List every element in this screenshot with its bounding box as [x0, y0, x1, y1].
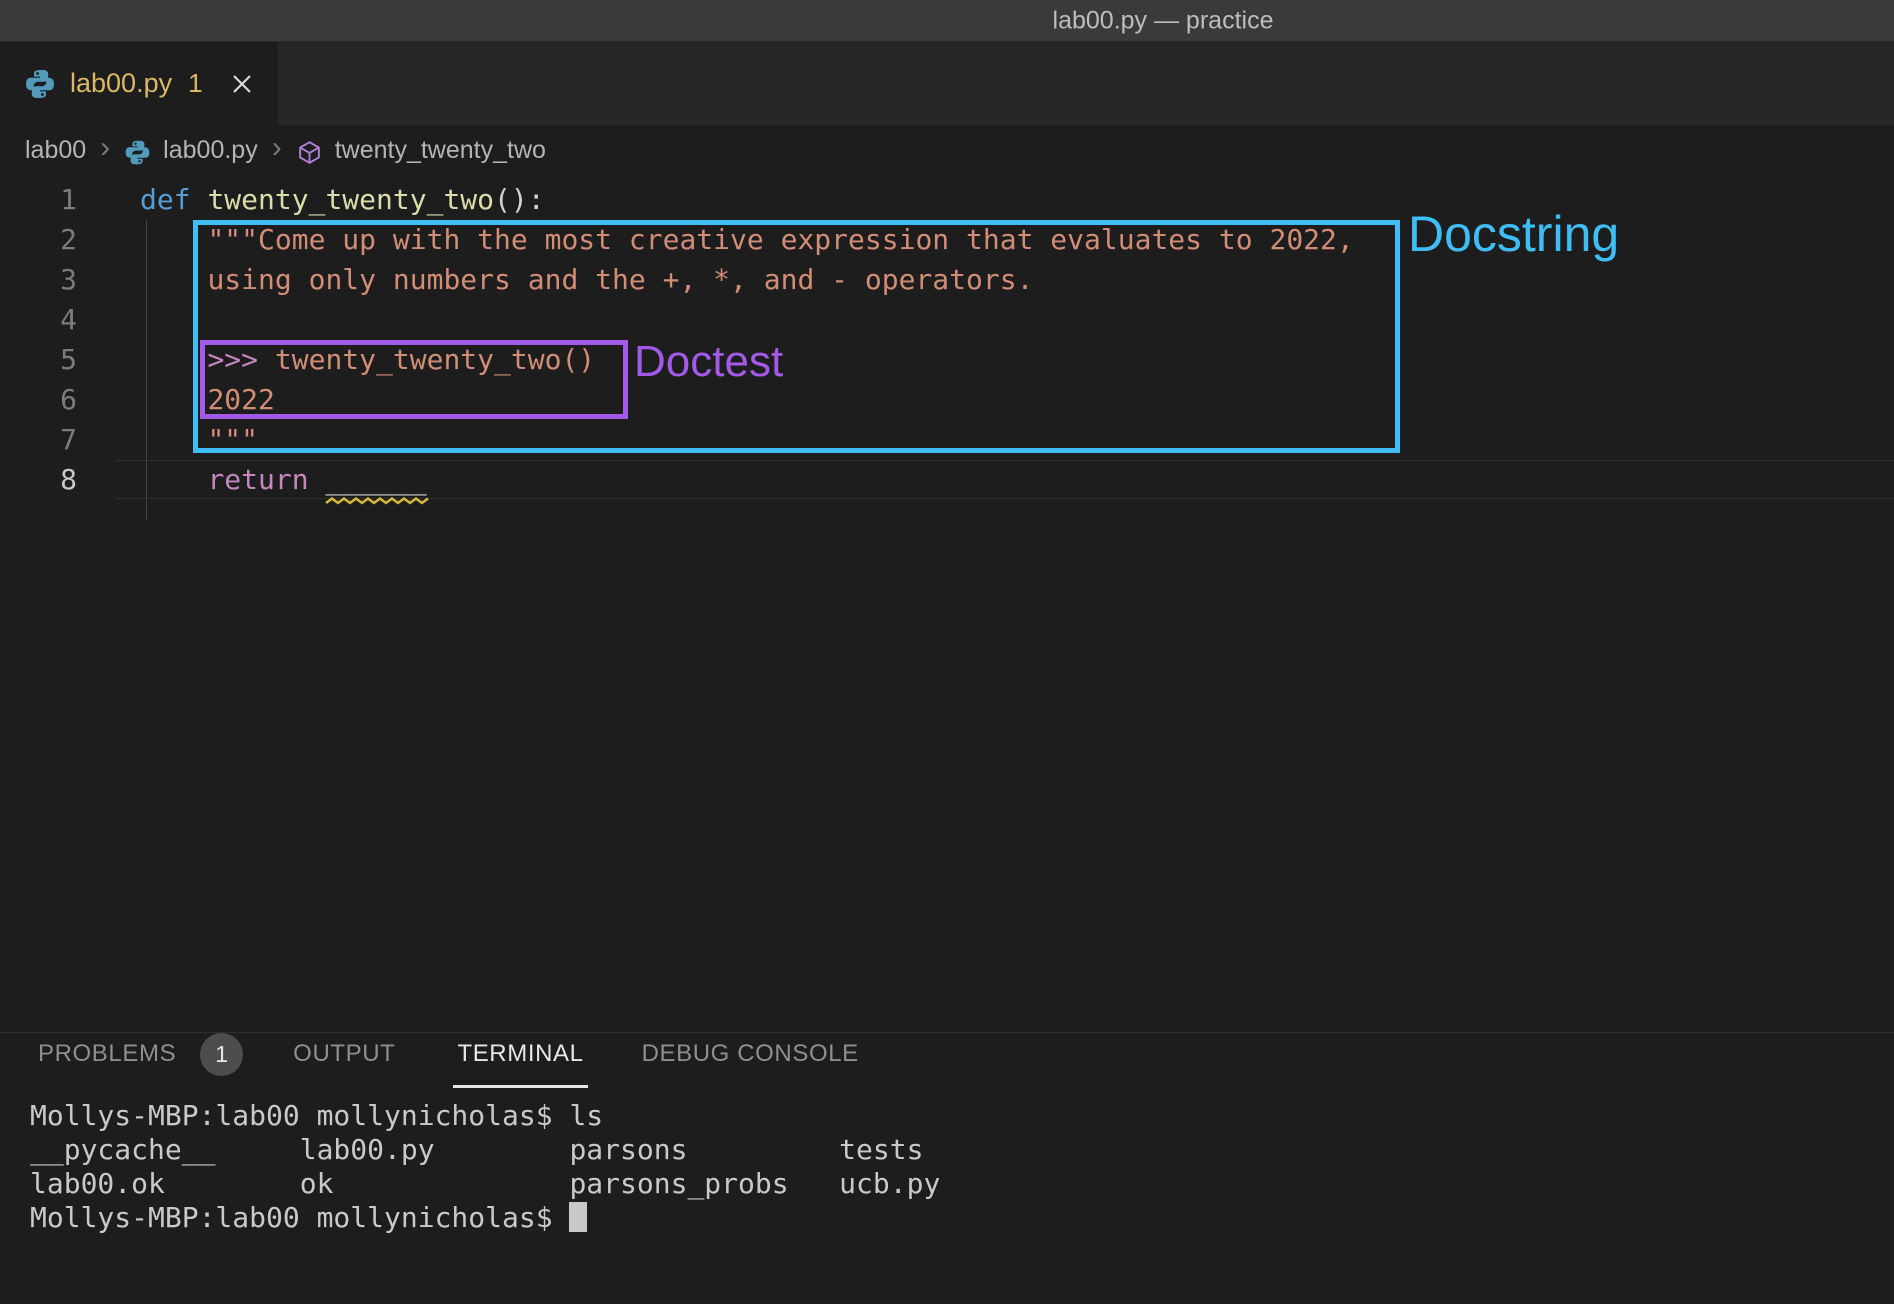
code-text: return ______	[77, 460, 427, 500]
terminal-line: Mollys-MBP:lab00 mollynicholas$	[30, 1201, 1894, 1235]
code-text: """Come up with the most creative expres…	[77, 220, 1354, 260]
tab-lab00-py[interactable]: lab00.py 1	[0, 42, 278, 125]
code-line[interactable]: 4	[0, 300, 1894, 340]
code-text	[77, 300, 140, 340]
code-token	[140, 343, 207, 376]
panel-tab-label: PROBLEMS	[38, 1040, 176, 1067]
window-title: lab00.py — practice	[1053, 6, 1274, 35]
code-token: ():	[494, 183, 545, 216]
terminal-text: __pycache__ lab00.py parsons tests	[30, 1133, 923, 1166]
problems-count-badge: 1	[200, 1033, 243, 1076]
terminal-text: Mollys-MBP:lab00 mollynicholas$	[30, 1201, 569, 1234]
code-line[interactable]: 7 """	[0, 420, 1894, 460]
line-number: 2	[0, 220, 77, 260]
panel-tab-label: OUTPUT	[293, 1040, 395, 1067]
code-token: twenty_twenty_two	[207, 183, 494, 216]
code-token	[140, 463, 207, 496]
code-line[interactable]: 2 """Come up with the most creative expr…	[0, 220, 1894, 260]
code-token	[140, 423, 207, 456]
editor-tab-bar: lab00.py 1	[0, 42, 1894, 125]
line-number: 6	[0, 380, 77, 420]
code-token	[140, 263, 207, 296]
blank-answer-field: ______	[325, 460, 426, 500]
panel-tab-label: TERMINAL	[457, 1040, 583, 1067]
panel-tab-bar: PROBLEMS1OUTPUTTERMINALDEBUG CONSOLE	[0, 1039, 1894, 1069]
code-line[interactable]: 8 return ______	[0, 460, 1894, 500]
code-token: def	[140, 183, 191, 216]
terminal-line: Mollys-MBP:lab00 mollynicholas$ ls	[30, 1099, 1894, 1133]
code-editor[interactable]: 1def twenty_twenty_two():2 """Come up wi…	[0, 175, 1894, 1032]
line-number: 7	[0, 420, 77, 460]
terminal-line: __pycache__ lab00.py parsons tests	[30, 1133, 1894, 1167]
panel-tab-label: DEBUG CONSOLE	[642, 1040, 859, 1067]
breadcrumb-item-symbol[interactable]: twenty_twenty_two	[335, 136, 546, 165]
terminal-text: lab00.ok ok parsons_probs ucb.py	[30, 1167, 940, 1200]
close-icon	[229, 71, 255, 97]
code-line[interactable]: 1def twenty_twenty_two():	[0, 180, 1894, 220]
code-token	[309, 463, 326, 496]
panel-tab-terminal[interactable]: TERMINAL	[457, 1040, 583, 1068]
line-number: 3	[0, 260, 77, 300]
chevron-right-icon: ›	[98, 133, 112, 163]
terminal-text: Mollys-MBP:lab00 mollynicholas$ ls	[30, 1099, 603, 1132]
panel-tab-problems[interactable]: PROBLEMS	[38, 1040, 176, 1068]
code-text: >>> twenty_twenty_two()	[77, 340, 595, 380]
tab-problem-badge: 1	[188, 68, 202, 99]
line-number: 1	[0, 180, 77, 220]
code-line[interactable]: 6 2022	[0, 380, 1894, 420]
code-token	[140, 223, 207, 256]
breadcrumb-item-lab00[interactable]: lab00	[25, 136, 86, 165]
terminal-cursor	[569, 1202, 587, 1232]
code-text: 2022	[77, 380, 275, 420]
tab-label: lab00.py	[70, 68, 172, 99]
code-line[interactable]: 5 >>> twenty_twenty_two()	[0, 340, 1894, 380]
python-file-icon	[24, 68, 56, 100]
code-token	[191, 183, 208, 216]
warning-squiggle	[325, 497, 429, 505]
vscode-window: lab00.py — practice lab00.py 1 lab00 › l…	[0, 0, 1894, 1304]
symbol-cube-icon	[296, 139, 323, 166]
python-file-icon	[124, 139, 151, 166]
title-bar: lab00.py — practice	[0, 0, 1894, 42]
line-number: 8	[0, 460, 77, 500]
code-line[interactable]: 3 using only numbers and the +, *, and -…	[0, 260, 1894, 300]
code-token	[140, 383, 207, 416]
code-token: >>>	[207, 343, 274, 376]
code-token: """	[207, 423, 258, 456]
code-text: using only numbers and the +, *, and - o…	[77, 260, 1033, 300]
code-text: def twenty_twenty_two():	[77, 180, 545, 220]
terminal-output[interactable]: Mollys-MBP:lab00 mollynicholas$ ls__pyca…	[0, 1099, 1894, 1235]
breadcrumb: lab00 › lab00.py › twenty_twenty_two	[0, 125, 1894, 175]
code-lines: 1def twenty_twenty_two():2 """Come up wi…	[0, 175, 1894, 500]
code-token: return	[207, 463, 308, 496]
bottom-panel: PROBLEMS 1 OUTPUT TERMINAL DEBUG CONSOLE Mol…	[0, 1032, 1894, 1304]
breadcrumb-item-lab00-py[interactable]: lab00.py	[163, 136, 258, 165]
terminal-line: lab00.ok ok parsons_probs ucb.py	[30, 1167, 1894, 1201]
chevron-right-icon: ›	[270, 133, 284, 163]
code-text: """	[77, 420, 258, 460]
code-token: 2022	[207, 383, 274, 416]
line-number: 4	[0, 300, 77, 340]
code-token: """Come up with the most creative expres…	[207, 223, 1353, 256]
code-token: using only numbers and the +, *, and - o…	[207, 263, 1033, 296]
tab-close-button[interactable]	[229, 71, 255, 97]
panel-tab-output[interactable]: OUTPUT	[293, 1040, 395, 1068]
code-token: twenty_twenty_two()	[275, 343, 595, 376]
line-number: 5	[0, 340, 77, 380]
panel-tab-debug-console[interactable]: DEBUG CONSOLE	[642, 1040, 859, 1068]
